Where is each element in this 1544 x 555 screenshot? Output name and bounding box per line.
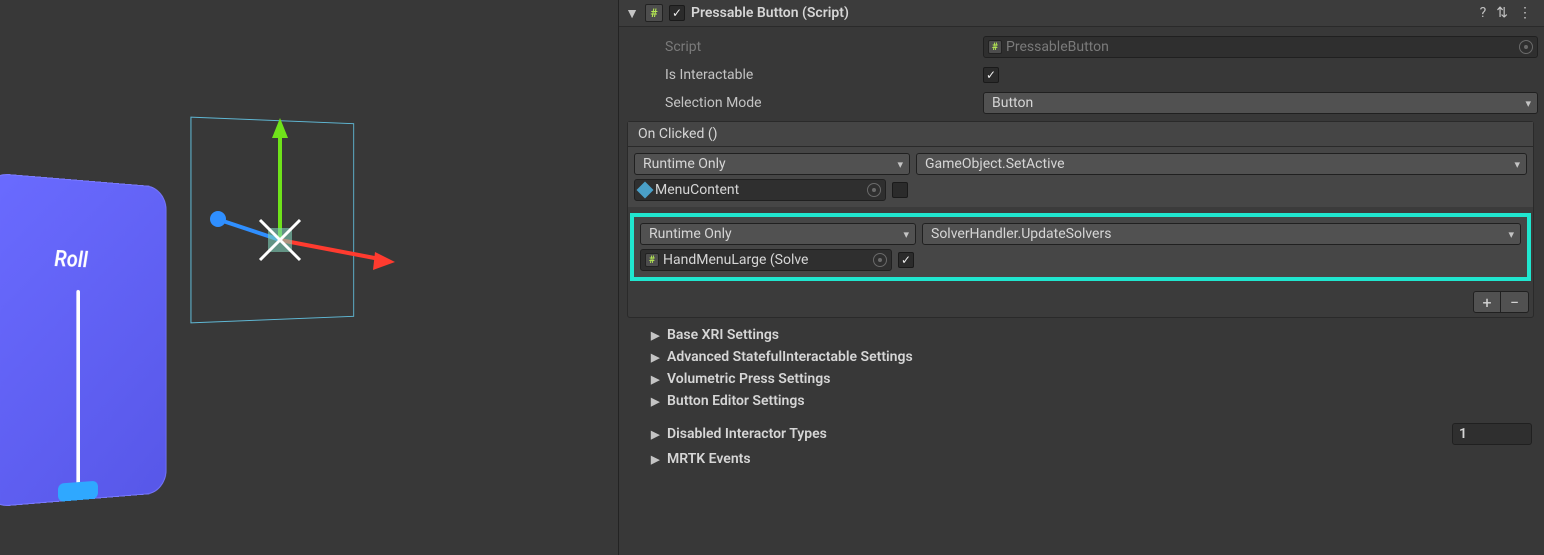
event-target-value: HandMenuLarge (Solve <box>663 252 808 268</box>
selection-mode-dropdown[interactable]: Button <box>983 92 1538 114</box>
is-interactable-checkbox[interactable] <box>983 67 999 83</box>
roll-label: Roll <box>54 247 88 273</box>
disabled-interactor-count[interactable]: 1 <box>1452 423 1532 445</box>
chevron-right-icon: ▶ <box>651 453 661 466</box>
function-dropdown[interactable]: GameObject.SetActive <box>916 153 1527 175</box>
gameobject-icon <box>637 182 654 199</box>
foldout-mrtk-events[interactable]: ▶ MRTK Events <box>623 448 1538 470</box>
object-picker-icon <box>1519 40 1533 54</box>
event-target-value: MenuContent <box>655 182 739 198</box>
function-value: SolverHandler.UpdateSolvers <box>931 226 1111 242</box>
scene-view[interactable]: Roll <box>0 0 618 555</box>
foldout-base-xri[interactable]: ▶ Base XRI Settings <box>623 324 1538 346</box>
preset-icon[interactable]: ⇅ <box>1496 5 1508 21</box>
chevron-right-icon: ▶ <box>651 373 661 386</box>
event-entry-0: Runtime Only GameObject.SetActive MenuCo… <box>628 147 1533 207</box>
foldout-advanced-stateful[interactable]: ▶ Advanced StatefulInteractable Settings <box>623 346 1538 368</box>
function-dropdown[interactable]: SolverHandler.UpdateSolvers <box>922 223 1521 245</box>
ui-panel-3d: Roll <box>0 172 167 508</box>
foldout-label: Button Editor Settings <box>667 393 805 409</box>
selection-outline <box>190 117 354 324</box>
foldout-button-editor[interactable]: ▶ Button Editor Settings <box>623 390 1538 412</box>
foldout-disabled-interactor[interactable]: ▶ Disabled Interactor Types 1 <box>623 420 1538 448</box>
remove-event-button[interactable]: − <box>1501 291 1529 313</box>
script-label: Script <box>623 39 983 55</box>
chevron-right-icon: ▶ <box>651 351 661 364</box>
selection-mode-label: Selection Mode <box>623 95 983 111</box>
selection-mode-value: Button <box>992 95 1033 111</box>
call-state-value: Runtime Only <box>643 156 726 172</box>
chevron-right-icon: ▶ <box>651 428 661 441</box>
is-interactable-label: Is Interactable <box>623 67 983 83</box>
chevron-right-icon: ▶ <box>651 329 661 342</box>
event-entry-1: Runtime Only SolverHandler.UpdateSolvers… <box>630 213 1531 281</box>
inspector-panel: ▼ # Pressable Button (Script) ? ⇅ ⋮ Scri… <box>618 0 1544 555</box>
event-target-field[interactable]: # HandMenuLarge (Solve <box>640 249 892 271</box>
event-arg-checkbox[interactable] <box>892 182 908 198</box>
on-clicked-event: On Clicked () Runtime Only GameObject.Se… <box>627 121 1534 318</box>
foldout-label: Base XRI Settings <box>667 327 779 343</box>
call-state-dropdown[interactable]: Runtime Only <box>634 153 910 175</box>
event-target-field[interactable]: MenuContent <box>634 179 886 201</box>
foldout-label: MRTK Events <box>667 451 751 467</box>
function-value: GameObject.SetActive <box>925 156 1065 172</box>
foldout-label: Advanced StatefulInteractable Settings <box>667 349 913 365</box>
script-icon: # <box>645 253 659 267</box>
script-object-field: # PressableButton <box>983 36 1538 58</box>
object-picker-icon[interactable] <box>873 253 887 267</box>
script-value: PressableButton <box>1006 39 1109 55</box>
script-row: Script # PressableButton <box>623 35 1538 59</box>
component-header[interactable]: ▼ # Pressable Button (Script) ? ⇅ ⋮ <box>619 0 1544 27</box>
slider-track <box>76 290 80 490</box>
script-icon: # <box>645 4 663 22</box>
event-arg-checkbox[interactable] <box>898 252 914 268</box>
foldout-label: Volumetric Press Settings <box>667 371 830 387</box>
context-menu-icon[interactable]: ⋮ <box>1518 5 1532 21</box>
call-state-dropdown[interactable]: Runtime Only <box>640 223 916 245</box>
event-header: On Clicked () <box>628 122 1533 147</box>
selection-mode-row: Selection Mode Button <box>623 91 1538 115</box>
event-add-remove: + − <box>628 287 1533 317</box>
object-picker-icon[interactable] <box>867 183 881 197</box>
component-enabled-checkbox[interactable] <box>669 5 685 21</box>
help-icon[interactable]: ? <box>1480 5 1487 21</box>
script-icon: # <box>988 40 1002 54</box>
add-event-button[interactable]: + <box>1473 291 1501 313</box>
foldout-volumetric-press[interactable]: ▶ Volumetric Press Settings <box>623 368 1538 390</box>
component-title: Pressable Button (Script) <box>691 5 1474 21</box>
foldout-label: Disabled Interactor Types <box>667 426 827 442</box>
component-foldout[interactable]: ▼ <box>625 5 639 22</box>
slider-knob <box>58 481 98 502</box>
call-state-value: Runtime Only <box>649 226 732 242</box>
is-interactable-row: Is Interactable <box>623 63 1538 87</box>
chevron-right-icon: ▶ <box>651 395 661 408</box>
